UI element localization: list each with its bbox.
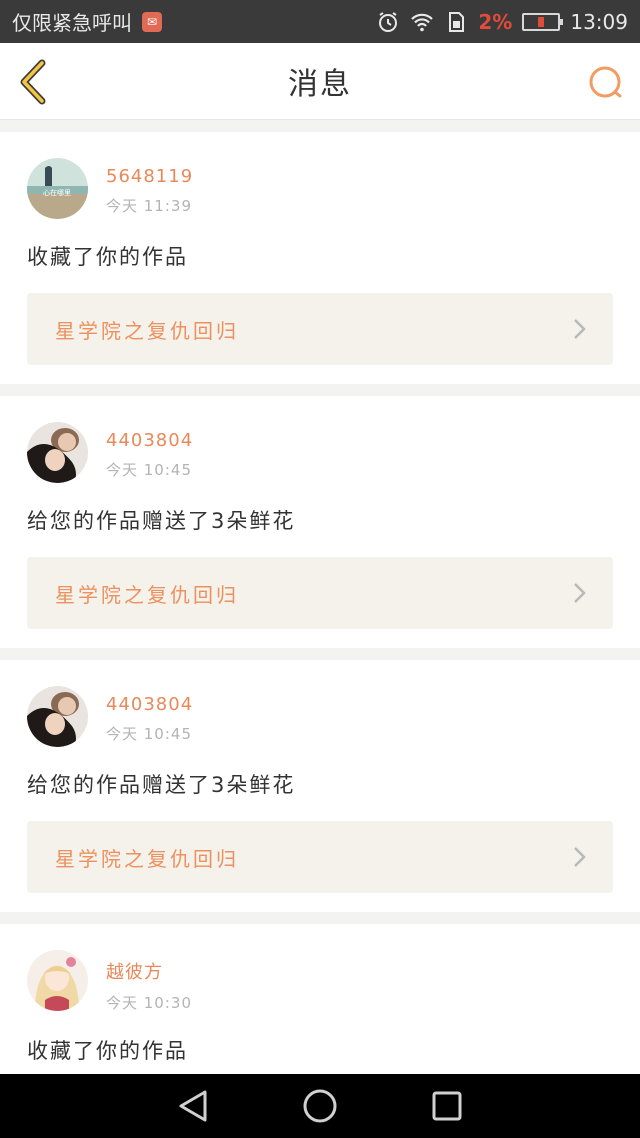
timestamp: 今天 10:45 xyxy=(106,725,192,743)
username[interactable]: 越彼方 xyxy=(106,958,192,984)
message-text: 收藏了你的作品 xyxy=(27,1039,188,1063)
work-title: 星学院之复仇回归 xyxy=(55,846,239,871)
message-text: 给您的作品赠送了3朵鲜花 xyxy=(27,773,296,797)
sim-card-icon xyxy=(449,11,465,32)
avatar-caption: 心在哪里 xyxy=(43,188,71,197)
timestamp: 今天 11:39 xyxy=(106,197,192,215)
chevron-left-icon[interactable] xyxy=(14,59,54,105)
work-link-button[interactable]: 星学院之复仇回归 xyxy=(27,293,613,365)
system-navigation-bar xyxy=(0,1074,640,1138)
work-title: 星学院之复仇回归 xyxy=(55,318,239,343)
alarm-icon xyxy=(379,11,398,32)
search-icon[interactable] xyxy=(586,63,626,103)
clock: 13:09 xyxy=(570,9,628,34)
battery-percent: 2% xyxy=(478,9,513,34)
message-list[interactable]: 心在哪里 5648119 今天 11:39 收藏了你的作品 星学院之复仇回归 4… xyxy=(0,121,640,1074)
page-title: 消息 xyxy=(288,67,352,102)
message-card: 越彼方 今天 10:30 收藏了你的作品 xyxy=(0,924,640,1074)
avatar[interactable] xyxy=(27,686,88,747)
message-card: 心在哪里 5648119 今天 11:39 收藏了你的作品 星学院之复仇回归 xyxy=(0,132,640,384)
battery-icon xyxy=(522,12,564,31)
app-header: 消息 xyxy=(0,43,640,120)
circle-home-icon[interactable] xyxy=(300,1086,340,1126)
avatar[interactable] xyxy=(27,422,88,483)
status-bar: 仅限紧急呼叫 ✉ 2% 13:09 xyxy=(0,0,640,43)
work-link-button[interactable]: 星学院之复仇回归 xyxy=(27,821,613,893)
avatar[interactable]: 心在哪里 xyxy=(27,158,88,219)
work-title: 星学院之复仇回归 xyxy=(55,582,239,607)
carrier-text: 仅限紧急呼叫 xyxy=(12,11,132,35)
avatar[interactable] xyxy=(27,950,88,1011)
message-card: 4403804 今天 10:45 给您的作品赠送了3朵鲜花 星学院之复仇回归 xyxy=(0,660,640,912)
username[interactable]: 4403804 xyxy=(106,430,193,451)
message-text: 收藏了你的作品 xyxy=(27,245,188,269)
chevron-right-icon xyxy=(574,847,586,867)
chevron-right-icon xyxy=(574,583,586,603)
chevron-right-icon xyxy=(574,319,586,339)
mail-notification-icon: ✉ xyxy=(142,11,162,32)
triangle-back-icon[interactable] xyxy=(173,1086,213,1126)
work-link-button[interactable]: 星学院之复仇回归 xyxy=(27,557,613,629)
wifi-icon xyxy=(411,13,434,31)
username[interactable]: 5648119 xyxy=(106,166,193,187)
timestamp: 今天 10:45 xyxy=(106,461,192,479)
timestamp: 今天 10:30 xyxy=(106,994,192,1012)
message-text: 给您的作品赠送了3朵鲜花 xyxy=(27,509,296,533)
username[interactable]: 4403804 xyxy=(106,694,193,715)
square-recents-icon[interactable] xyxy=(427,1086,467,1126)
message-card: 4403804 今天 10:45 给您的作品赠送了3朵鲜花 星学院之复仇回归 xyxy=(0,396,640,648)
